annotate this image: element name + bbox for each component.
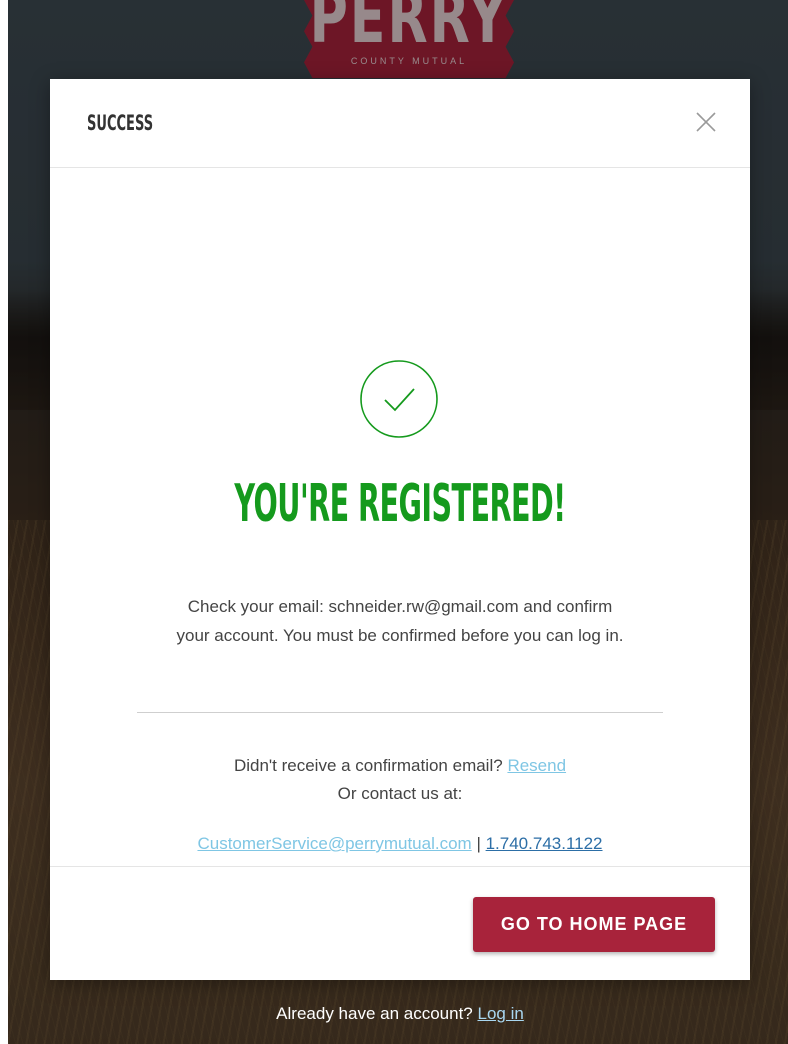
modal-body: YOU'RE REGISTERED! Check your email: sch…	[50, 168, 750, 867]
close-icon	[696, 112, 716, 132]
contact-phone-link[interactable]: 1.740.743.1122	[486, 834, 603, 853]
success-modal: SUCCESS YOU'RE REGISTERED! Check your em…	[50, 79, 750, 980]
modal-header: SUCCESS	[50, 79, 750, 168]
contact-separator: |	[476, 834, 481, 853]
divider	[137, 712, 663, 713]
account-prompt: Already have an account?	[276, 1004, 473, 1023]
modal-title: SUCCESS	[87, 111, 154, 135]
resend-prompt: Didn't receive a confirmation email?	[233, 756, 503, 775]
contact-email-link[interactable]: CustomerService@perrymutual.com	[197, 834, 471, 853]
modal-footer: GO TO HOME PAGE	[50, 867, 750, 981]
check-circle-icon	[360, 360, 438, 438]
login-link[interactable]: Log in	[478, 1004, 524, 1023]
registered-headline: YOU'RE REGISTERED!	[234, 474, 566, 534]
close-button[interactable]	[694, 110, 718, 134]
login-prompt: Already have an account? Log in	[0, 1004, 788, 1024]
confirmation-message: Check your email: schneider.rw@gmail.com…	[176, 597, 624, 645]
contact-section: CustomerService@perrymutual.com | 1.740.…	[50, 830, 750, 858]
resend-link[interactable]: Resend	[507, 756, 566, 775]
go-to-home-page-button[interactable]: GO TO HOME PAGE	[473, 897, 715, 952]
resend-section: Didn't receive a confirmation email? Res…	[50, 752, 750, 808]
contact-prompt: Or contact us at:	[337, 784, 463, 803]
